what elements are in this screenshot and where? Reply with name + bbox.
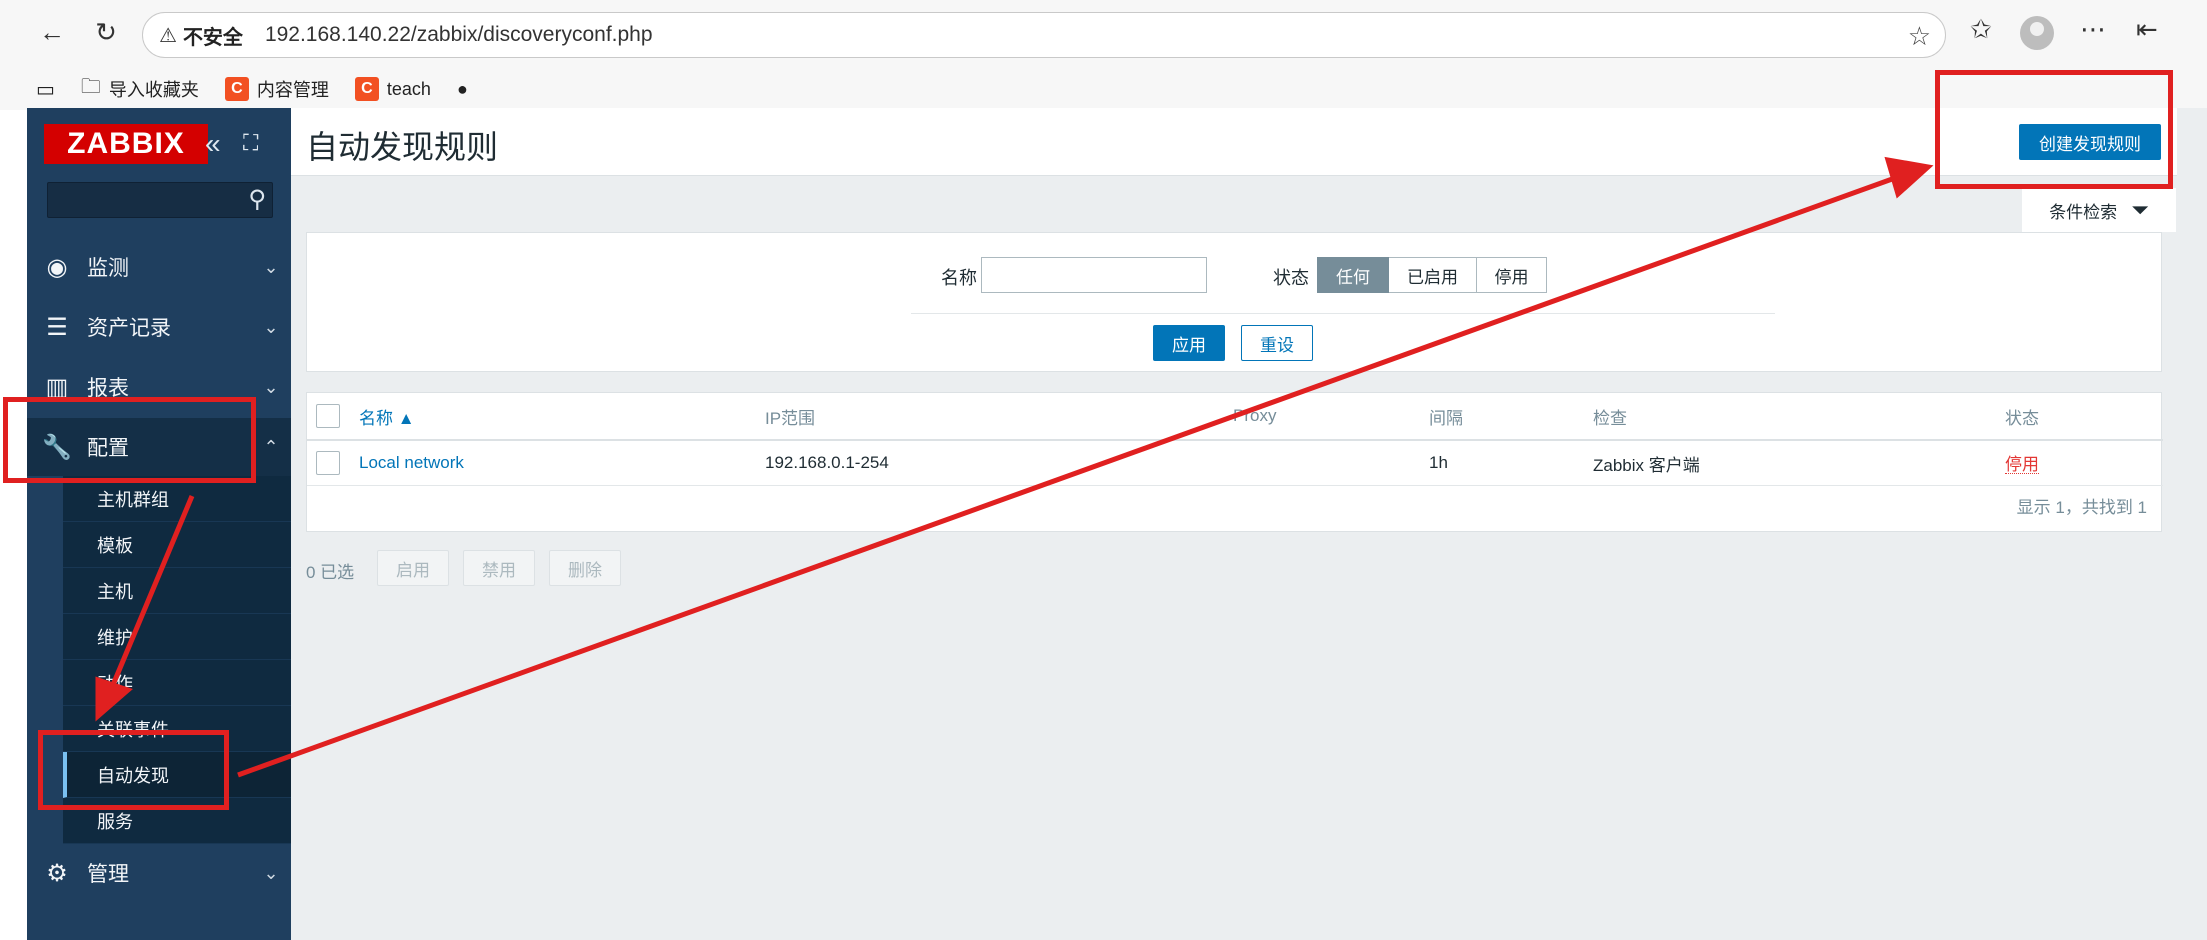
submenu-hosts[interactable]: 主机 — [63, 568, 291, 614]
main-content: 自动发现规则 创建发现规则 条件检索 ⏷ 名称 状态 任何 已启用 停用 应用 … — [291, 108, 2207, 940]
bookmark-import[interactable]: 🗀 导入收藏夹 — [81, 72, 199, 106]
name-filter-input[interactable] — [981, 257, 1207, 293]
reload-icon[interactable]: ↻ — [86, 12, 126, 52]
column-name[interactable]: 名称 ▲ — [359, 393, 415, 439]
column-proxy: Proxy — [1233, 406, 1277, 425]
url-text: 192.168.140.22/zabbix/discoveryconf.php — [264, 23, 653, 46]
submenu-maintenance[interactable]: 维护 — [63, 614, 291, 660]
status-segmented-control: 任何 已启用 停用 — [1317, 257, 1547, 293]
menu-item-administration[interactable]: ⚙ 管理 ⌄ — [27, 844, 291, 902]
profile-avatar[interactable] — [2020, 16, 2054, 50]
status-option-any[interactable]: 任何 — [1317, 257, 1389, 293]
favorites-icon[interactable]: ✩ — [1970, 14, 1992, 45]
bookmarks-bar: ▭ 🗀 导入收藏夹 C 内容管理 C teach ● — [0, 68, 2207, 110]
column-status: 状态 — [2005, 408, 2039, 428]
column-ip-range: IP范围 — [765, 408, 816, 428]
row-divider — [307, 485, 2163, 486]
rule-checks: Zabbix 客户端 — [1593, 455, 1700, 475]
more-icon[interactable]: ⋯ — [2080, 14, 2106, 45]
name-label: 名称 — [941, 268, 977, 288]
column-checks: 检查 — [1593, 408, 1627, 428]
c-logo-icon: C — [224, 77, 249, 101]
browser-toolbar: ← ↻ ⚠ 不安全 192.168.140.22/zabbix/discover… — [0, 0, 2207, 68]
column-interval: 间隔 — [1429, 408, 1463, 428]
menu-item-monitoring[interactable]: ◉ 监测 ⌄ — [27, 238, 291, 296]
filter-tab[interactable]: 条件检索 ⏷ — [2022, 188, 2176, 232]
selected-count: 0 已选 — [306, 563, 355, 582]
collapse-icon[interactable]: « — [205, 128, 221, 160]
annotation-box-discovery — [38, 730, 229, 810]
sidebar: ZABBIX « ⛶ ⚲ ◉ 监测 ⌄ ☰ 资产记录 ⌄ ▥ 报表 ⌄ 🔧 配置… — [27, 108, 291, 940]
disable-button[interactable]: 禁用 — [463, 550, 535, 586]
address-bar[interactable]: ⚠ 不安全 192.168.140.22/zabbix/discoverycon… — [142, 12, 1946, 58]
annotation-box-configuration — [3, 397, 256, 483]
menu-item-inventory[interactable]: ☰ 资产记录 ⌄ — [27, 298, 291, 356]
filter-divider — [911, 313, 1775, 314]
bookmark-teach[interactable]: C teach — [354, 77, 431, 101]
warning-icon: ⚠ — [159, 24, 177, 47]
status-label: 状态 — [1273, 268, 1309, 288]
chevron-down-icon: ⌄ — [263, 316, 279, 337]
discovery-rules-table: 名称 ▲ IP范围 Proxy 间隔 检查 状态 Local network 1… — [306, 392, 2163, 532]
bookmark-content[interactable]: C 内容管理 — [224, 76, 329, 102]
status-option-enabled[interactable]: 已启用 — [1389, 257, 1477, 293]
reading-icon[interactable]: ▭ — [36, 77, 55, 102]
chevron-down-icon: ⌄ — [263, 862, 279, 883]
zabbix-logo[interactable]: ZABBIX — [44, 124, 208, 164]
chevron-up-icon: ⌃ — [263, 436, 279, 457]
kiosk-mode-icon[interactable]: ⛶ — [243, 130, 258, 156]
star-icon[interactable]: ☆ — [1908, 21, 1931, 52]
paging-info: 显示 1，共找到 1 — [2016, 498, 2147, 517]
filter-icon: ⏷ — [2131, 197, 2149, 222]
header-divider — [307, 439, 2163, 441]
rule-name-link[interactable]: Local network — [359, 441, 464, 485]
select-all-checkbox[interactable] — [316, 404, 340, 428]
delete-button[interactable]: 删除 — [549, 550, 621, 586]
rule-ip-range: 192.168.0.1-254 — [765, 453, 889, 472]
sidebar-toggle-icon[interactable]: ⇤ — [2136, 14, 2158, 45]
security-label: 不安全 — [182, 26, 243, 49]
sidebar-search-input[interactable]: ⚲ — [47, 182, 273, 218]
rule-status-link[interactable]: 停用 — [2005, 452, 2039, 474]
folder-icon: 🗀 — [80, 76, 101, 98]
search-icon[interactable]: ⚲ — [248, 185, 266, 214]
submenu-actions[interactable]: 动作 — [63, 660, 291, 706]
chevron-down-icon: ⌄ — [263, 256, 279, 277]
back-arrow-icon[interactable]: ← — [32, 12, 72, 52]
row-checkbox[interactable] — [316, 451, 340, 475]
list-icon: ☰ — [46, 313, 68, 341]
gear-icon: ⚙ — [46, 859, 68, 887]
reset-button[interactable]: 重设 — [1241, 325, 1313, 361]
bookmark-avatar-icon[interactable]: ● — [457, 79, 468, 100]
page-title: 自动发现规则 — [306, 129, 499, 165]
apply-button[interactable]: 应用 — [1153, 325, 1225, 361]
chevron-down-icon: ⌄ — [263, 376, 279, 397]
status-option-disabled[interactable]: 停用 — [1477, 257, 1547, 293]
annotation-box-create-button — [1935, 70, 2173, 189]
enable-button[interactable]: 启用 — [377, 550, 449, 586]
rule-interval: 1h — [1429, 453, 1448, 472]
page-header: 自动发现规则 创建发现规则 — [291, 108, 2177, 176]
eye-icon: ◉ — [46, 253, 68, 281]
c-logo-icon: C — [354, 77, 379, 101]
filter-panel: 名称 状态 任何 已启用 停用 应用 重设 — [306, 232, 2162, 372]
submenu-templates[interactable]: 模板 — [63, 522, 291, 568]
